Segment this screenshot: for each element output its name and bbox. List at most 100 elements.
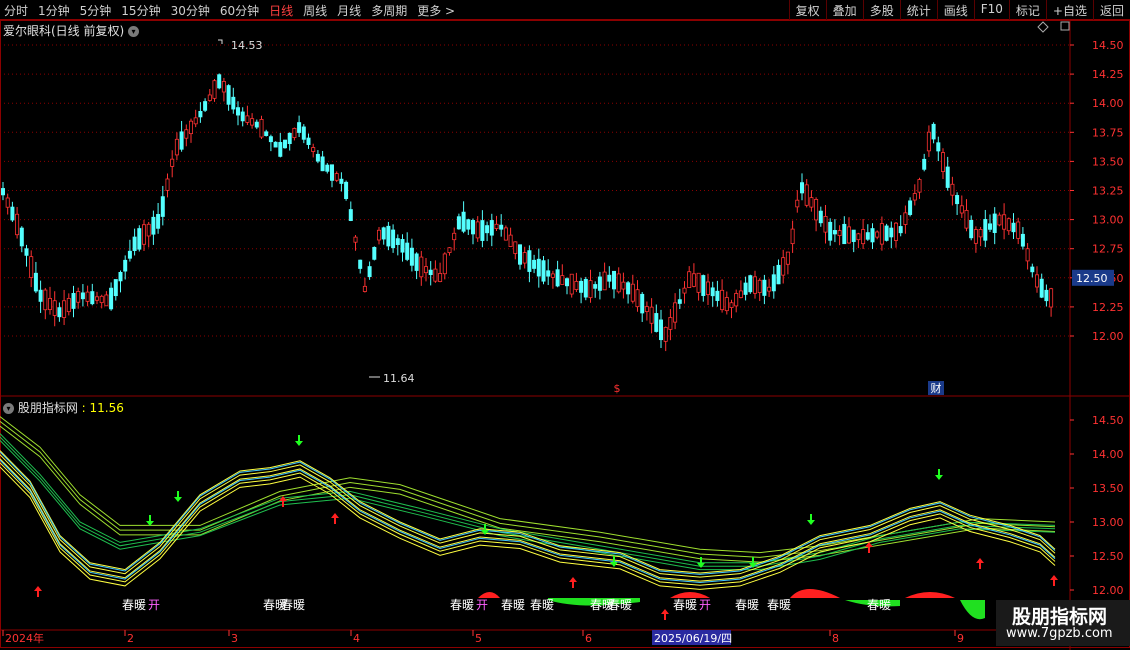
high-label: 14.53	[231, 39, 263, 52]
candle-body	[287, 132, 292, 145]
candle-body	[640, 293, 645, 314]
indicator-tick-label: 13.50	[1092, 482, 1124, 495]
candle-body	[339, 178, 344, 184]
period-tab-8[interactable]: 月线	[337, 2, 361, 19]
candle-body	[362, 285, 367, 292]
candle-body	[372, 246, 377, 260]
candle-body	[673, 302, 678, 323]
buy-arrow	[331, 513, 339, 524]
candle-body	[785, 251, 790, 265]
signal-label: 春暖	[735, 598, 759, 612]
candle-body	[334, 173, 339, 181]
finance-marker: 财	[931, 381, 942, 395]
candle-body	[386, 225, 391, 247]
candle-body	[889, 227, 894, 238]
candle-body	[555, 269, 560, 287]
dividend-marker: $	[614, 382, 621, 395]
candle-body	[593, 284, 598, 289]
sell-arrow	[146, 515, 154, 526]
candle-body	[771, 274, 776, 292]
candle-body	[588, 280, 593, 299]
candle-body	[682, 287, 687, 294]
candle-body	[917, 179, 922, 193]
period-tab-2[interactable]: 5分钟	[80, 2, 112, 19]
candle-body	[447, 247, 452, 253]
candle-body	[602, 271, 607, 291]
candle-body	[433, 268, 438, 282]
candle-body	[518, 244, 523, 265]
candle-body	[814, 199, 819, 221]
candle-body	[696, 272, 701, 293]
candle-body	[753, 276, 758, 294]
slow-ribbon-line	[0, 425, 1056, 563]
candle-body	[221, 81, 226, 93]
candle-body	[743, 282, 748, 295]
kline-chart[interactable]: 14.50 14.25 14.00 13.75 13.50 13.25 13.00 12.75…	[0, 20, 1130, 650]
candle-body	[499, 224, 504, 230]
period-tab-9[interactable]: 多周期	[371, 2, 407, 19]
candle-body	[546, 270, 551, 277]
buy-arrow	[661, 609, 669, 620]
toolbar-button-1[interactable]: 叠加	[825, 0, 863, 21]
toolbar-button-2[interactable]: 多股	[862, 0, 900, 21]
current-price-label: 12.50	[1076, 272, 1108, 285]
period-tab-6[interactable]: 日线	[269, 2, 293, 19]
candle-body	[1039, 278, 1044, 298]
candle-body	[574, 280, 579, 290]
candle-body	[527, 250, 532, 272]
candle-body	[691, 273, 696, 287]
period-tab-5[interactable]: 60分钟	[220, 2, 259, 19]
period-tab-10[interactable]: 更多 >	[417, 2, 455, 19]
candle-body	[612, 270, 617, 290]
signal-label: 春暖	[767, 598, 791, 612]
candle-body	[701, 275, 706, 296]
candle-body	[160, 196, 165, 217]
toolbar-button-8[interactable]: 返回	[1092, 0, 1130, 21]
candle-body	[245, 115, 250, 123]
candle-body	[1035, 274, 1040, 288]
high-marker	[218, 39, 223, 44]
candle-body	[193, 117, 198, 125]
cyan-ribbon-line	[0, 459, 1056, 584]
period-tab-3[interactable]: 15分钟	[121, 2, 160, 19]
histogram-green	[960, 600, 985, 620]
period-tab-1[interactable]: 1分钟	[38, 2, 70, 19]
price-tick-label: 14.00	[1092, 97, 1124, 110]
candle-body	[38, 289, 43, 302]
toolbar-button-7[interactable]: +自选	[1045, 0, 1093, 21]
period-tab-7[interactable]: 周线	[303, 2, 327, 19]
signal-label: 春暖	[608, 598, 632, 612]
candle-body	[767, 286, 772, 292]
period-tab-0[interactable]: 分时	[4, 2, 28, 19]
candle-body	[297, 122, 302, 133]
candle-body	[865, 232, 870, 240]
candle-body	[80, 292, 85, 300]
candle-body	[301, 126, 306, 140]
date-label: 8	[832, 632, 839, 645]
candle-body	[52, 300, 57, 316]
toolbar-button-0[interactable]: 复权	[788, 0, 826, 21]
signal-label: 春暖	[501, 598, 525, 612]
candle-body	[607, 274, 612, 282]
candle-body	[151, 216, 156, 235]
candle-body	[306, 137, 311, 145]
toolbar-button-4[interactable]: 画线	[936, 0, 974, 21]
candle-body	[259, 119, 264, 138]
date-label: 6	[585, 632, 592, 645]
candle-body	[663, 326, 668, 342]
candle-body	[955, 195, 960, 205]
candle-body	[828, 221, 833, 241]
candle-body	[908, 200, 913, 215]
toolbar-button-6[interactable]: 标记	[1008, 0, 1046, 21]
toolbar-button-5[interactable]: F10	[973, 0, 1009, 21]
candle-body	[456, 216, 461, 230]
date-label: 5	[475, 632, 482, 645]
toolbar-button-3[interactable]: 统计	[899, 0, 937, 21]
candle-body	[508, 234, 513, 247]
candle-body	[118, 271, 123, 282]
candle-body	[1025, 248, 1030, 262]
chart-frame	[0, 20, 1130, 648]
period-tab-4[interactable]: 30分钟	[171, 2, 210, 19]
candle-body	[823, 215, 828, 233]
candle-body	[278, 142, 283, 157]
